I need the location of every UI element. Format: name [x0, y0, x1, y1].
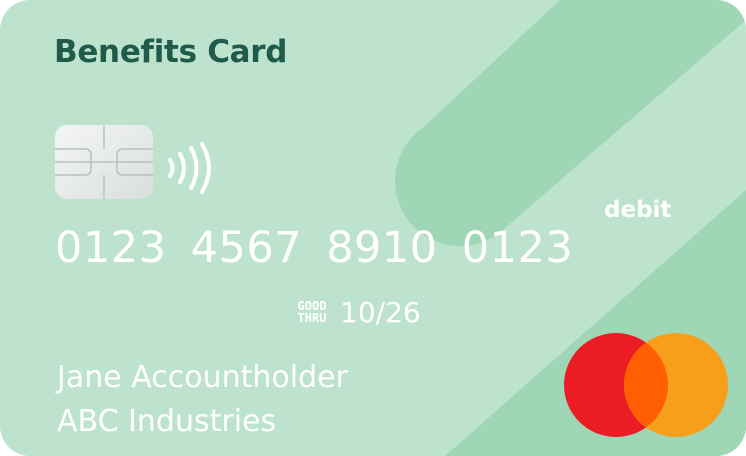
mastercard-logo	[564, 333, 728, 437]
contactless-icon	[168, 142, 211, 194]
card-type-label: debit	[604, 197, 672, 223]
cardholder-company: ABC Industries	[57, 404, 277, 439]
emv-chip-icon	[55, 125, 153, 199]
cardholder-name: Jane Accountholder	[57, 360, 348, 395]
card-number: 0123 4567 8910 0123	[55, 223, 574, 273]
good-thru-line2: THRU	[297, 311, 327, 325]
benefits-card: Benefits Card debit 0123 4567 8910 0123 …	[0, 0, 746, 456]
expiry-date: 10/26	[340, 296, 421, 329]
good-thru-label: GOOD THRU	[292, 300, 332, 324]
card-title: Benefits Card	[54, 34, 288, 70]
